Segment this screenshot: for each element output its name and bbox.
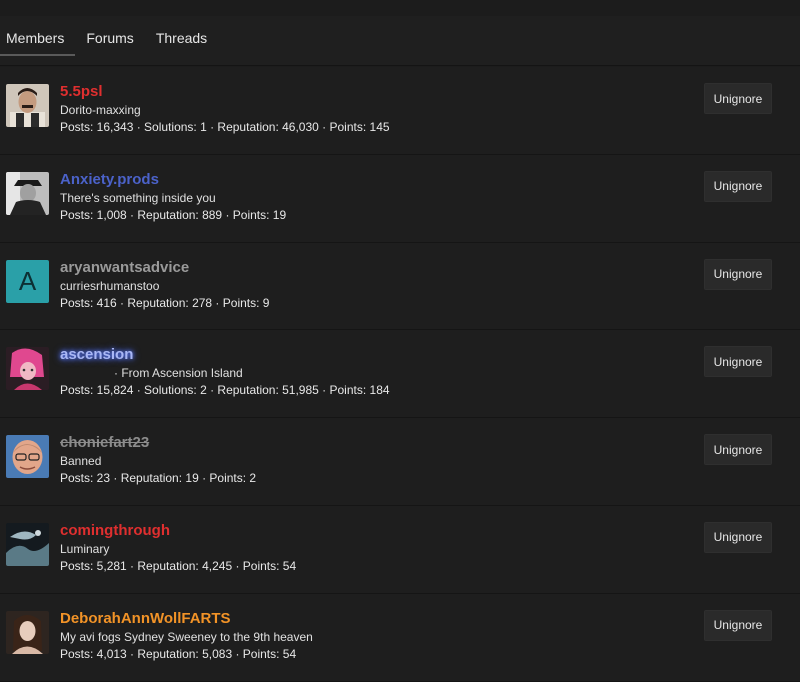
username-link[interactable]: choniefart23 [60, 434, 256, 452]
member-title: There's something inside you [60, 190, 216, 205]
tab-threads[interactable]: Threads [145, 16, 218, 52]
unignore-button[interactable]: Unignore [704, 609, 772, 641]
unignore-button[interactable]: Unignore [704, 83, 772, 114]
unignore-button[interactable]: Unignore [704, 346, 772, 378]
member-info: Anxiety.prods There's something inside y… [60, 171, 286, 223]
username-link[interactable]: ascension [60, 346, 390, 364]
member-stats: Posts: 15,824 · Solutions: 2 · Reputatio… [60, 383, 390, 398]
member-info: comingthrough Luminary Posts: 5,281 · Re… [60, 522, 296, 574]
unignore-button[interactable]: Unignore [704, 434, 772, 466]
member-title: curriesrhumanstoo [60, 278, 160, 293]
avatar[interactable] [6, 522, 49, 566]
avatar[interactable] [6, 610, 49, 654]
member-title: Dorito-maxxing [60, 103, 141, 117]
unignore-button[interactable]: Unignore [704, 170, 772, 202]
member-title: · From Ascension Island [114, 366, 243, 381]
tab-forums[interactable]: Forums [75, 16, 144, 52]
member-info: choniefart23 Banned Posts: 23 · Reputati… [60, 434, 256, 486]
member-info: 5.5psl Dorito-maxxing Posts: 16,343 · So… [60, 83, 390, 135]
unignore-button[interactable]: Unignore [704, 521, 772, 553]
member-stats: Posts: 1,008 · Reputation: 889 · Points:… [60, 207, 287, 222]
member-title: My avi fogs Sydney Sweeney to the 9th he… [60, 629, 313, 644]
member-stats: Posts: 416 · Reputation: 278 · Points: 9 [60, 295, 270, 310]
list-item: 5.5psl Dorito-maxxing Posts: 16,343 · So… [0, 67, 800, 155]
member-info: aryanwantsadvice curriesrhumanstoo Posts… [60, 259, 269, 311]
avatar[interactable] [6, 84, 49, 127]
member-title: Banned [60, 454, 102, 469]
list-item: ascension · From Ascension Island Posts:… [0, 330, 800, 419]
member-title: Luminary [60, 541, 110, 556]
member-stats: Posts: 4,013 · Reputation: 5,083 · Point… [60, 646, 297, 661]
list-item: A aryanwantsadvice curriesrhumanstoo Pos… [0, 242, 800, 331]
ignored-members-list: 5.5psl Dorito-maxxing Posts: 16,343 · So… [0, 67, 800, 682]
username-link[interactable]: 5.5psl [60, 83, 390, 101]
avatar[interactable] [6, 435, 49, 479]
member-stats: Posts: 16,343 · Solutions: 1 · Reputatio… [60, 120, 390, 134]
username-link[interactable]: Anxiety.prods [60, 171, 286, 189]
list-item: Anxiety.prods There's something inside y… [0, 154, 800, 243]
member-stats: Posts: 5,281 · Reputation: 4,245 · Point… [60, 558, 297, 573]
avatar[interactable] [6, 171, 49, 215]
username-link[interactable]: comingthrough [60, 522, 296, 540]
avatar[interactable]: A [6, 259, 49, 303]
tab-members[interactable]: Members [0, 16, 76, 56]
member-stats: Posts: 23 · Reputation: 19 · Points: 2 [60, 471, 257, 486]
tab-bar: Members Forums Threads [0, 16, 800, 66]
unignore-button[interactable]: Unignore [704, 258, 772, 290]
avatar[interactable] [6, 347, 49, 391]
username-link[interactable]: aryanwantsadvice [60, 259, 269, 277]
list-item: comingthrough Luminary Posts: 5,281 · Re… [0, 505, 800, 594]
list-item: choniefart23 Banned Posts: 23 · Reputati… [0, 418, 800, 506]
list-item: DeborahAnnWollFARTS My avi fogs Sydney S… [0, 593, 800, 682]
member-info: DeborahAnnWollFARTS My avi fogs Sydney S… [60, 610, 313, 662]
member-info: ascension · From Ascension Island Posts:… [60, 346, 390, 398]
username-link[interactable]: DeborahAnnWollFARTS [60, 610, 313, 628]
